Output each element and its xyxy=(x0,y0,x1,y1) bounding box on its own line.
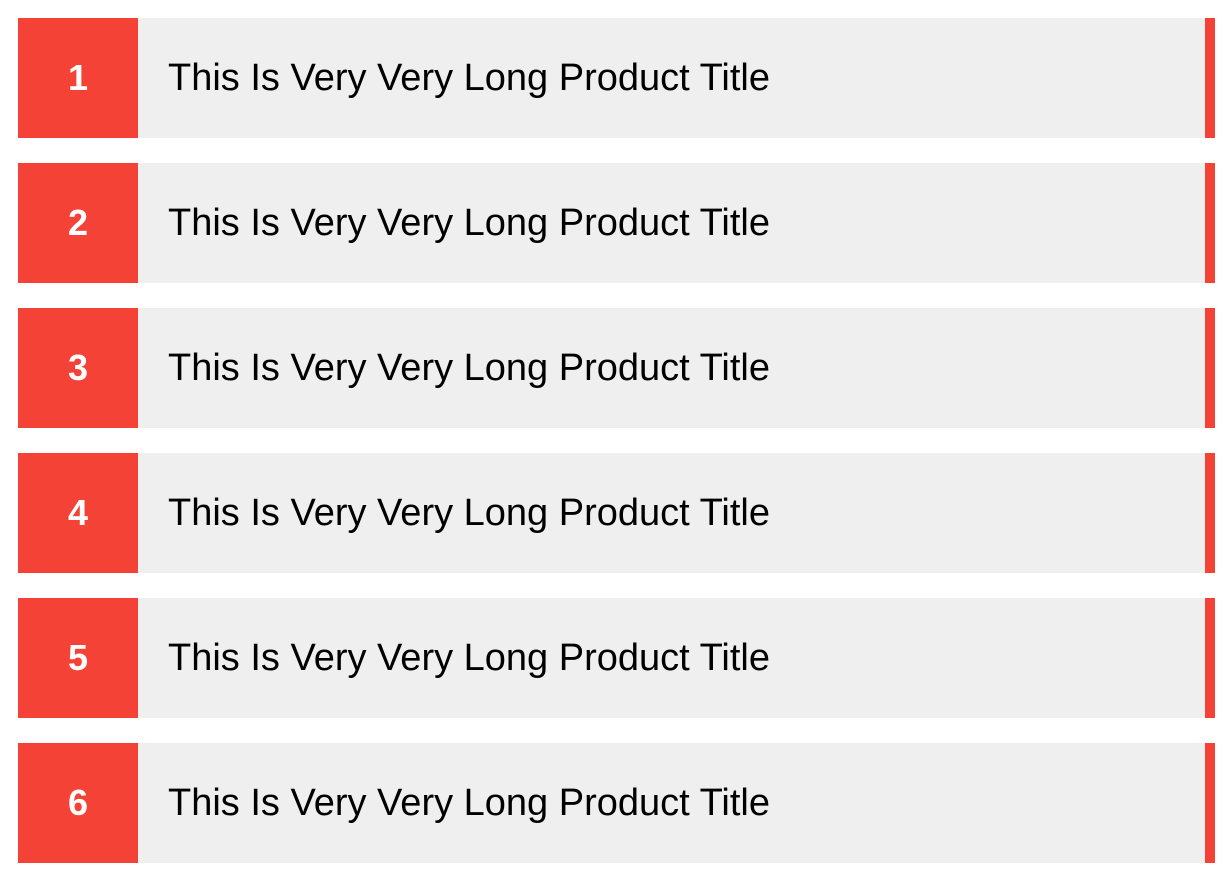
product-title: This Is Very Very Long Product Title xyxy=(168,491,770,534)
product-title: This Is Very Very Long Product Title xyxy=(168,201,770,244)
product-list-item-3[interactable]: 3 This Is Very Very Long Product Title xyxy=(18,308,1215,428)
product-list-item-1[interactable]: 1 This Is Very Very Long Product Title xyxy=(18,18,1215,138)
item-number-badge: 1 xyxy=(18,18,138,138)
product-title: This Is Very Very Long Product Title xyxy=(168,56,770,99)
product-list-item-4[interactable]: 4 This Is Very Very Long Product Title xyxy=(18,453,1215,573)
item-number-badge: 2 xyxy=(18,163,138,283)
product-list-item-6[interactable]: 6 This Is Very Very Long Product Title xyxy=(18,743,1215,863)
item-number-badge: 4 xyxy=(18,453,138,573)
item-number-badge: 5 xyxy=(18,598,138,718)
product-list: 1 This Is Very Very Long Product Title 2… xyxy=(18,18,1215,888)
product-title: This Is Very Very Long Product Title xyxy=(168,781,770,824)
product-list-item-2[interactable]: 2 This Is Very Very Long Product Title xyxy=(18,163,1215,283)
product-title: This Is Very Very Long Product Title xyxy=(168,346,770,389)
product-list-item-5[interactable]: 5 This Is Very Very Long Product Title xyxy=(18,598,1215,718)
item-number-badge: 6 xyxy=(18,743,138,863)
item-number-badge: 3 xyxy=(18,308,138,428)
product-title: This Is Very Very Long Product Title xyxy=(168,636,770,679)
